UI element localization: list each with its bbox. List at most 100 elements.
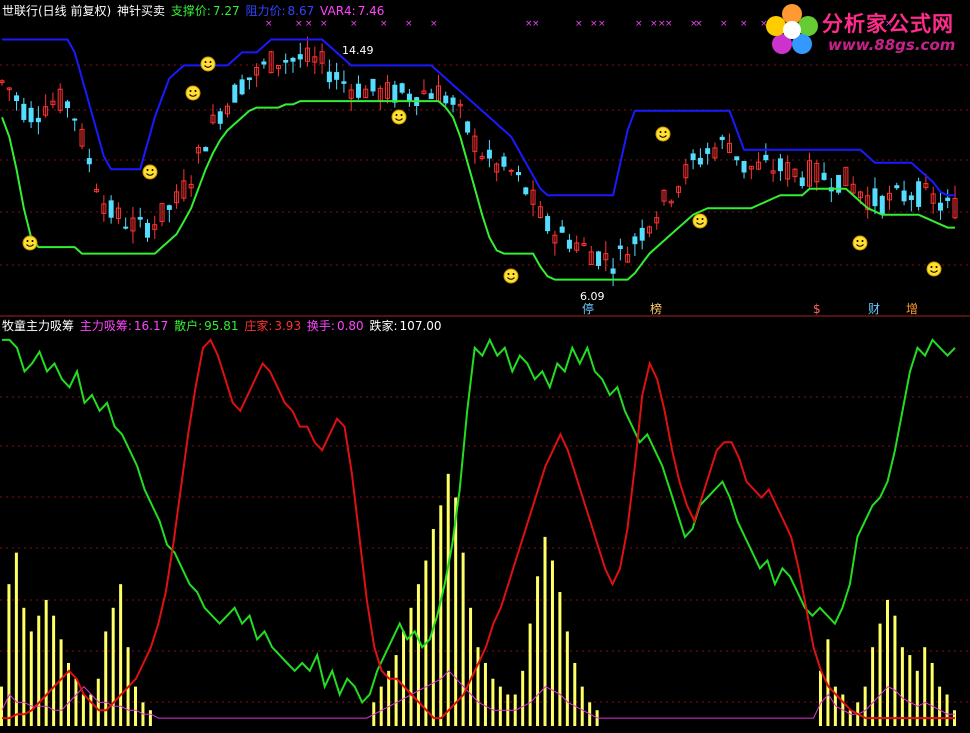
candle-body (355, 83, 361, 98)
main-absorb-bar (930, 662, 934, 726)
candle-body (901, 190, 907, 202)
smiley-eye (194, 90, 197, 92)
candle-body (545, 216, 551, 232)
smiley-eye (664, 131, 667, 133)
main-absorb-bar (521, 670, 525, 726)
smiley-icon (692, 213, 708, 229)
signal-marker: × (405, 19, 413, 29)
main-absorb-bar (848, 710, 852, 726)
candle-body (945, 197, 951, 201)
chart-stage: ××××××××××××××××××××××××××14.496.09停榜$财增… (0, 0, 970, 730)
main-absorb-bar (550, 560, 554, 726)
main-absorb-bar (900, 647, 904, 726)
main-label: 主力吸筹: (79, 319, 132, 333)
event-marker-1: 榜 (650, 301, 662, 316)
smiley-icon (852, 235, 868, 251)
candle-body (232, 84, 238, 103)
main-absorb-bar (416, 584, 420, 726)
main-absorb-bar (439, 505, 443, 726)
smiley-eye (701, 218, 704, 220)
candle-body (35, 117, 41, 123)
main-absorb-bar (461, 552, 465, 726)
candle-body (821, 172, 827, 180)
candle-body (217, 111, 223, 124)
candle-body (108, 200, 114, 218)
candle-body (937, 202, 943, 211)
main-value: 16.17 (133, 319, 169, 333)
candle-body (450, 97, 456, 105)
main-absorb-bar (945, 694, 949, 726)
smiley-eye (146, 169, 149, 171)
main-absorb-bar (818, 670, 822, 726)
candle-body (72, 118, 78, 121)
smiley-eye (507, 273, 510, 275)
main-absorb-bar (580, 686, 584, 726)
smiley-eye (512, 273, 515, 275)
candle-body (261, 61, 267, 65)
main-absorb-bar (148, 710, 152, 726)
main-absorb-bar (469, 607, 473, 726)
smiley-eye (930, 266, 933, 268)
main-absorb-bar (134, 686, 138, 726)
candle-body (501, 156, 507, 167)
retail-value: 95.81 (204, 319, 239, 333)
main-absorb-bar (871, 647, 875, 726)
var-value: 7.46 (357, 4, 385, 18)
smiley-icon (185, 85, 201, 101)
candle-body (508, 169, 514, 172)
smiley-icon (391, 109, 407, 125)
smiley-eye (935, 266, 938, 268)
candle-body (297, 54, 303, 60)
main-absorb-bar (573, 662, 577, 726)
smiley-eye (659, 131, 662, 133)
candle-body (443, 95, 449, 104)
candle-body (137, 216, 143, 220)
candle-body (246, 77, 252, 81)
smiley-eye (856, 240, 859, 242)
candle-body (28, 107, 34, 123)
bottom-indicator-name: 牧童主力吸筹 (2, 319, 75, 333)
smiley-icon (503, 268, 519, 284)
turnover-label: 换手: (306, 319, 335, 333)
event-marker-3: 财 (868, 302, 880, 316)
signal-marker: × (295, 19, 303, 29)
candle-body (144, 222, 150, 238)
support-price-line (1, 100, 955, 281)
candle-body (486, 149, 492, 159)
fall-label: 跌家: (369, 319, 398, 333)
signal-marker: × (350, 19, 358, 29)
candle-body (908, 195, 914, 201)
resist-label: 阻力价: (245, 4, 286, 18)
smiley-icon (926, 261, 942, 277)
main-absorb-bar (908, 655, 912, 726)
main-absorb-bar (923, 647, 927, 726)
event-marker-2: $ (813, 302, 821, 316)
turnover-value: 0.80 (336, 319, 364, 333)
top-indicator-name: 神针买卖 (117, 4, 166, 18)
bottom-header: 牧童主力吸筹 主力吸筹: 16.17 散户: 95.81 庄家: 3.93 换手: 0.… (2, 319, 444, 333)
main-absorb-bar (7, 584, 11, 726)
candle-body (559, 226, 565, 233)
candle-body (334, 72, 340, 80)
candle-body (523, 187, 529, 195)
logo-url: www.88gs.com (828, 36, 956, 54)
smiley-eye (395, 114, 398, 116)
candle-body (690, 153, 696, 161)
signal-marker: × (635, 19, 643, 29)
smiley-icon (22, 235, 38, 251)
candle-body (21, 103, 27, 120)
main-absorb-bar (483, 662, 487, 726)
candle-body (465, 121, 471, 133)
smiley-eye (151, 169, 154, 171)
candle-body (370, 78, 376, 92)
event-marker-4: 增 (906, 302, 918, 316)
candle-body (406, 93, 412, 101)
dealer-value: 3.93 (274, 319, 302, 333)
main-absorb-bar (394, 655, 398, 726)
smiley-eye (209, 61, 212, 63)
signal-marker: × (305, 19, 313, 29)
candle-body (64, 101, 70, 109)
main-absorb-bar (37, 615, 41, 726)
signal-marker: × (740, 19, 748, 29)
main-absorb-bar (558, 592, 562, 726)
